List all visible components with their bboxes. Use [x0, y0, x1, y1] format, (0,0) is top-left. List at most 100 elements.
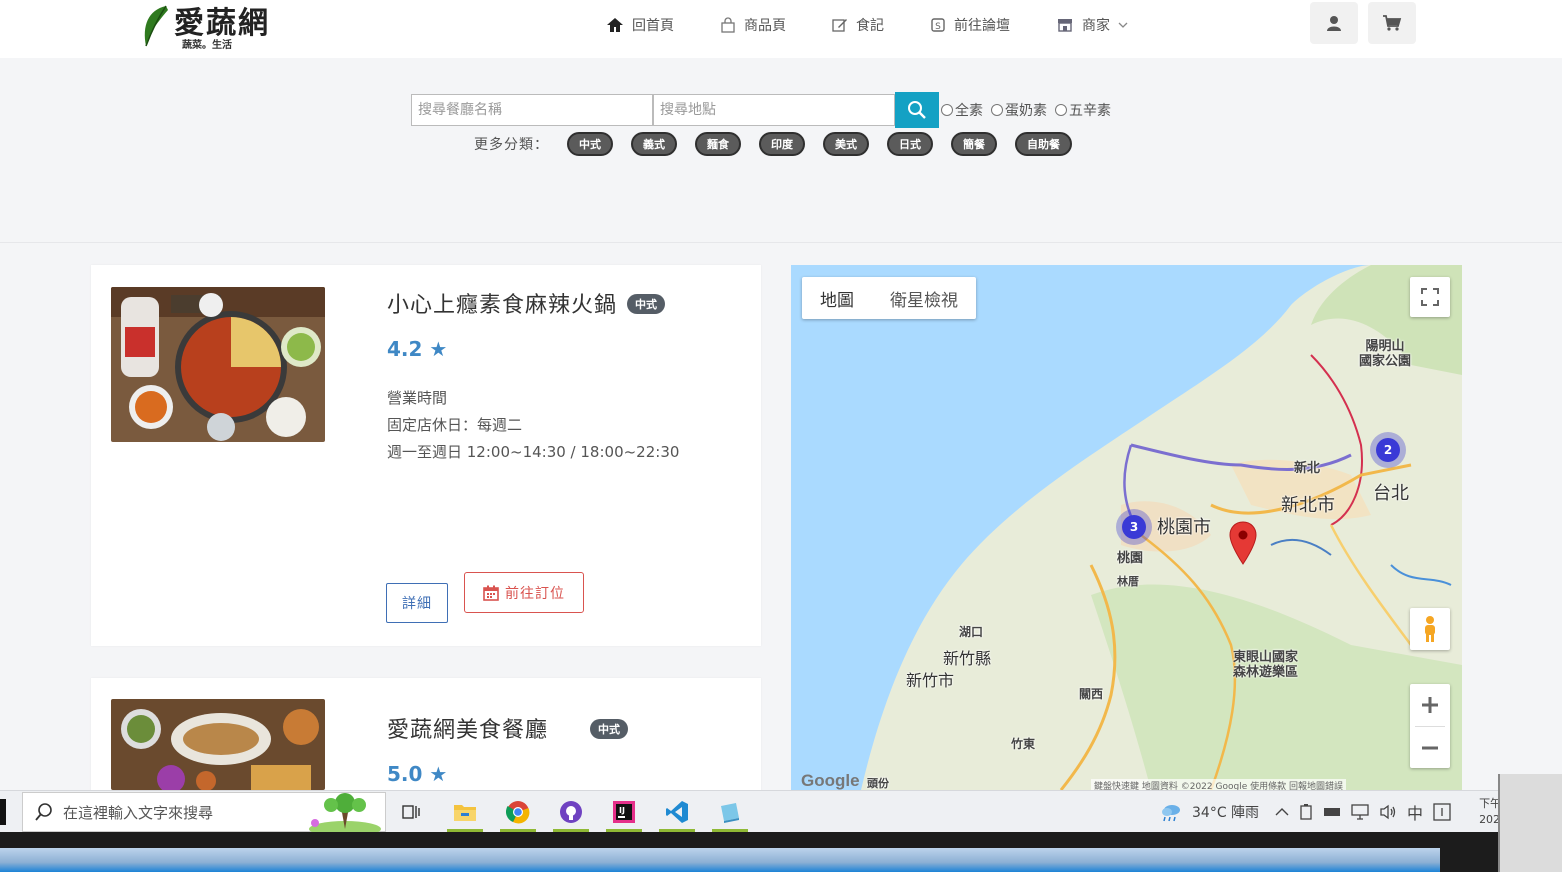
restaurant-search-input[interactable]	[411, 94, 653, 126]
category-filter-row: 更多分類： 中式 義式 麵食 印度 美式 日式 簡餐 自助餐	[474, 132, 1090, 156]
category-indian[interactable]: 印度	[759, 132, 805, 156]
restaurant-photo[interactable]	[111, 699, 325, 790]
task-view-button[interactable]	[396, 797, 426, 827]
map-cluster-marker[interactable]: 3	[1116, 509, 1152, 545]
chrome-button[interactable]	[503, 797, 533, 827]
start-button[interactable]	[0, 799, 6, 825]
restaurant-title[interactable]: 愛蔬網美食餐廳 中式	[387, 712, 629, 744]
user-button[interactable]	[1310, 2, 1358, 44]
store-icon	[1058, 19, 1072, 32]
svg-text:IJ: IJ	[619, 806, 625, 815]
ime-indicator[interactable]: 中	[1407, 800, 1423, 824]
leaf-logo-icon	[144, 5, 168, 47]
vscode-button[interactable]	[662, 797, 692, 827]
restaurant-card: 小心上癮素食麻辣火鍋 中式 4.2 ★ 營業時間 固定店休日：每週二 週一至週日 …	[91, 265, 761, 646]
network-icon[interactable]	[1351, 804, 1369, 820]
location-search-input[interactable]	[653, 94, 895, 126]
category-american[interactable]: 美式	[823, 132, 869, 156]
food-spread-photo	[111, 699, 325, 790]
forum-icon: S	[931, 18, 945, 32]
device-icon[interactable]	[1323, 806, 1341, 818]
category-light-meal[interactable]: 簡餐	[951, 132, 997, 156]
search-button[interactable]	[895, 92, 939, 128]
category-italian[interactable]: 義式	[631, 132, 677, 156]
top-navbar: 愛蔬網 蔬菜。生活 回首頁 商品頁 食記 S 前往論壇 商家	[0, 0, 1562, 58]
detail-button[interactable]: 詳細	[386, 583, 448, 623]
cart-icon	[1383, 15, 1402, 31]
system-tray: 34°C 陣雨 中 下午 202	[1160, 791, 1501, 833]
search-icon	[35, 803, 52, 821]
chevron-down-icon	[1118, 22, 1128, 28]
map-label-hsinchu-county: 新竹縣	[943, 649, 992, 668]
taskbar-search[interactable]: 在這裡輸入文字來搜尋	[22, 792, 386, 833]
category-noodles[interactable]: 麵食	[695, 132, 741, 156]
webcam-overlay	[1498, 774, 1562, 872]
map-label-guanxi: 關西	[1079, 687, 1104, 701]
map-label-hsinchu-city: 新竹市	[906, 671, 955, 690]
fullscreen-button[interactable]	[1410, 277, 1450, 317]
site-logo[interactable]: 愛蔬網 蔬菜。生活	[140, 0, 300, 52]
weather-rain-icon	[1162, 805, 1180, 822]
plus-icon	[1422, 697, 1438, 713]
intellij-icon: IJ	[613, 801, 635, 823]
nav-food-notes[interactable]: 食記	[832, 14, 884, 36]
folder-icon	[454, 805, 476, 821]
map-label-linkou: 林厝	[1117, 575, 1139, 588]
nav-forum-label: 前往論壇	[954, 18, 1010, 34]
satellite-tab[interactable]: 衛星檢視	[872, 277, 976, 319]
radio-lacto-ovo[interactable]: 蛋奶素	[991, 100, 1047, 120]
street-view-pegman[interactable]	[1410, 608, 1450, 650]
chevron-up-icon[interactable]	[1275, 807, 1289, 817]
restaurant-title[interactable]: 小心上癮素食麻辣火鍋 中式	[387, 287, 666, 319]
map-attribution[interactable]: 鍵盤快速鍵 地圖資料 ©2022 Google 使用條款 回報地圖錯誤	[1091, 779, 1346, 790]
intellij-button[interactable]: IJ	[609, 797, 639, 827]
search-highlight-illustration	[309, 793, 381, 833]
nav-home-label: 回首頁	[632, 18, 674, 34]
radio-circle[interactable]	[941, 104, 953, 116]
battery-icon[interactable]	[1299, 804, 1313, 820]
pegman-icon	[1425, 616, 1435, 642]
book-button[interactable]: 前往訂位	[464, 572, 584, 613]
category-japanese[interactable]: 日式	[887, 132, 933, 156]
github-desktop-button[interactable]	[556, 797, 586, 827]
desktop-wallpaper-strip	[0, 848, 1440, 872]
nav-links: 回首頁 商品頁 食記 S 前往論壇 商家	[606, 14, 1174, 36]
map-label-taipei: 台北	[1373, 483, 1409, 504]
cluster-count: 3	[1122, 515, 1146, 539]
zoom-out-button[interactable]	[1421, 727, 1439, 768]
radio-vegan[interactable]: 全素	[941, 100, 983, 120]
weather-text[interactable]: 34°C 陣雨	[1192, 802, 1259, 822]
map-pin-icon[interactable]	[1229, 521, 1257, 565]
cart-button[interactable]	[1368, 2, 1416, 44]
map-tab[interactable]: 地圖	[802, 277, 872, 319]
radio-five-pungent[interactable]: 五辛素	[1055, 100, 1111, 120]
home-icon	[607, 18, 623, 32]
category-chinese[interactable]: 中式	[567, 132, 613, 156]
book-button-label: 前往訂位	[505, 584, 565, 601]
category-label: 更多分類：	[474, 137, 549, 153]
nav-home[interactable]: 回首頁	[606, 14, 674, 36]
user-icon	[1327, 16, 1341, 31]
radio-circle[interactable]	[1055, 104, 1067, 116]
nav-products[interactable]: 商品頁	[720, 14, 786, 36]
radio-circle[interactable]	[991, 104, 1003, 116]
notification-icon[interactable]	[1433, 803, 1451, 821]
category-buffet[interactable]: 自助餐	[1015, 132, 1072, 156]
task-view-icon	[402, 805, 420, 819]
radio-vegan-label: 全素	[955, 103, 983, 119]
opening-hours: 週一至週日 12:00~14:30 / 18:00~22:30	[387, 443, 680, 461]
nav-forum[interactable]: S 前往論壇	[930, 14, 1010, 36]
map-label-taoyuan-city: 桃園市	[1157, 517, 1211, 538]
github-icon	[560, 801, 582, 823]
extra-app-button[interactable]	[715, 797, 745, 827]
radio-lacto-ovo-label: 蛋奶素	[1005, 103, 1047, 119]
zoom-in-button[interactable]	[1421, 684, 1439, 726]
map-cluster-marker[interactable]: 2	[1370, 432, 1406, 468]
file-explorer-button[interactable]	[450, 797, 480, 827]
map-label-taoyuan: 桃園	[1117, 551, 1144, 566]
volume-icon[interactable]	[1379, 804, 1397, 820]
nav-merchants-label: 商家	[1082, 18, 1110, 34]
nav-merchants-dropdown[interactable]: 商家	[1056, 14, 1128, 36]
restaurant-photo[interactable]	[111, 287, 325, 442]
google-map[interactable]: 地圖 衛星檢視 陽明山 國家公園 新北 台北 新北市 桃園市 桃園 林厝 湖口 …	[791, 265, 1462, 790]
